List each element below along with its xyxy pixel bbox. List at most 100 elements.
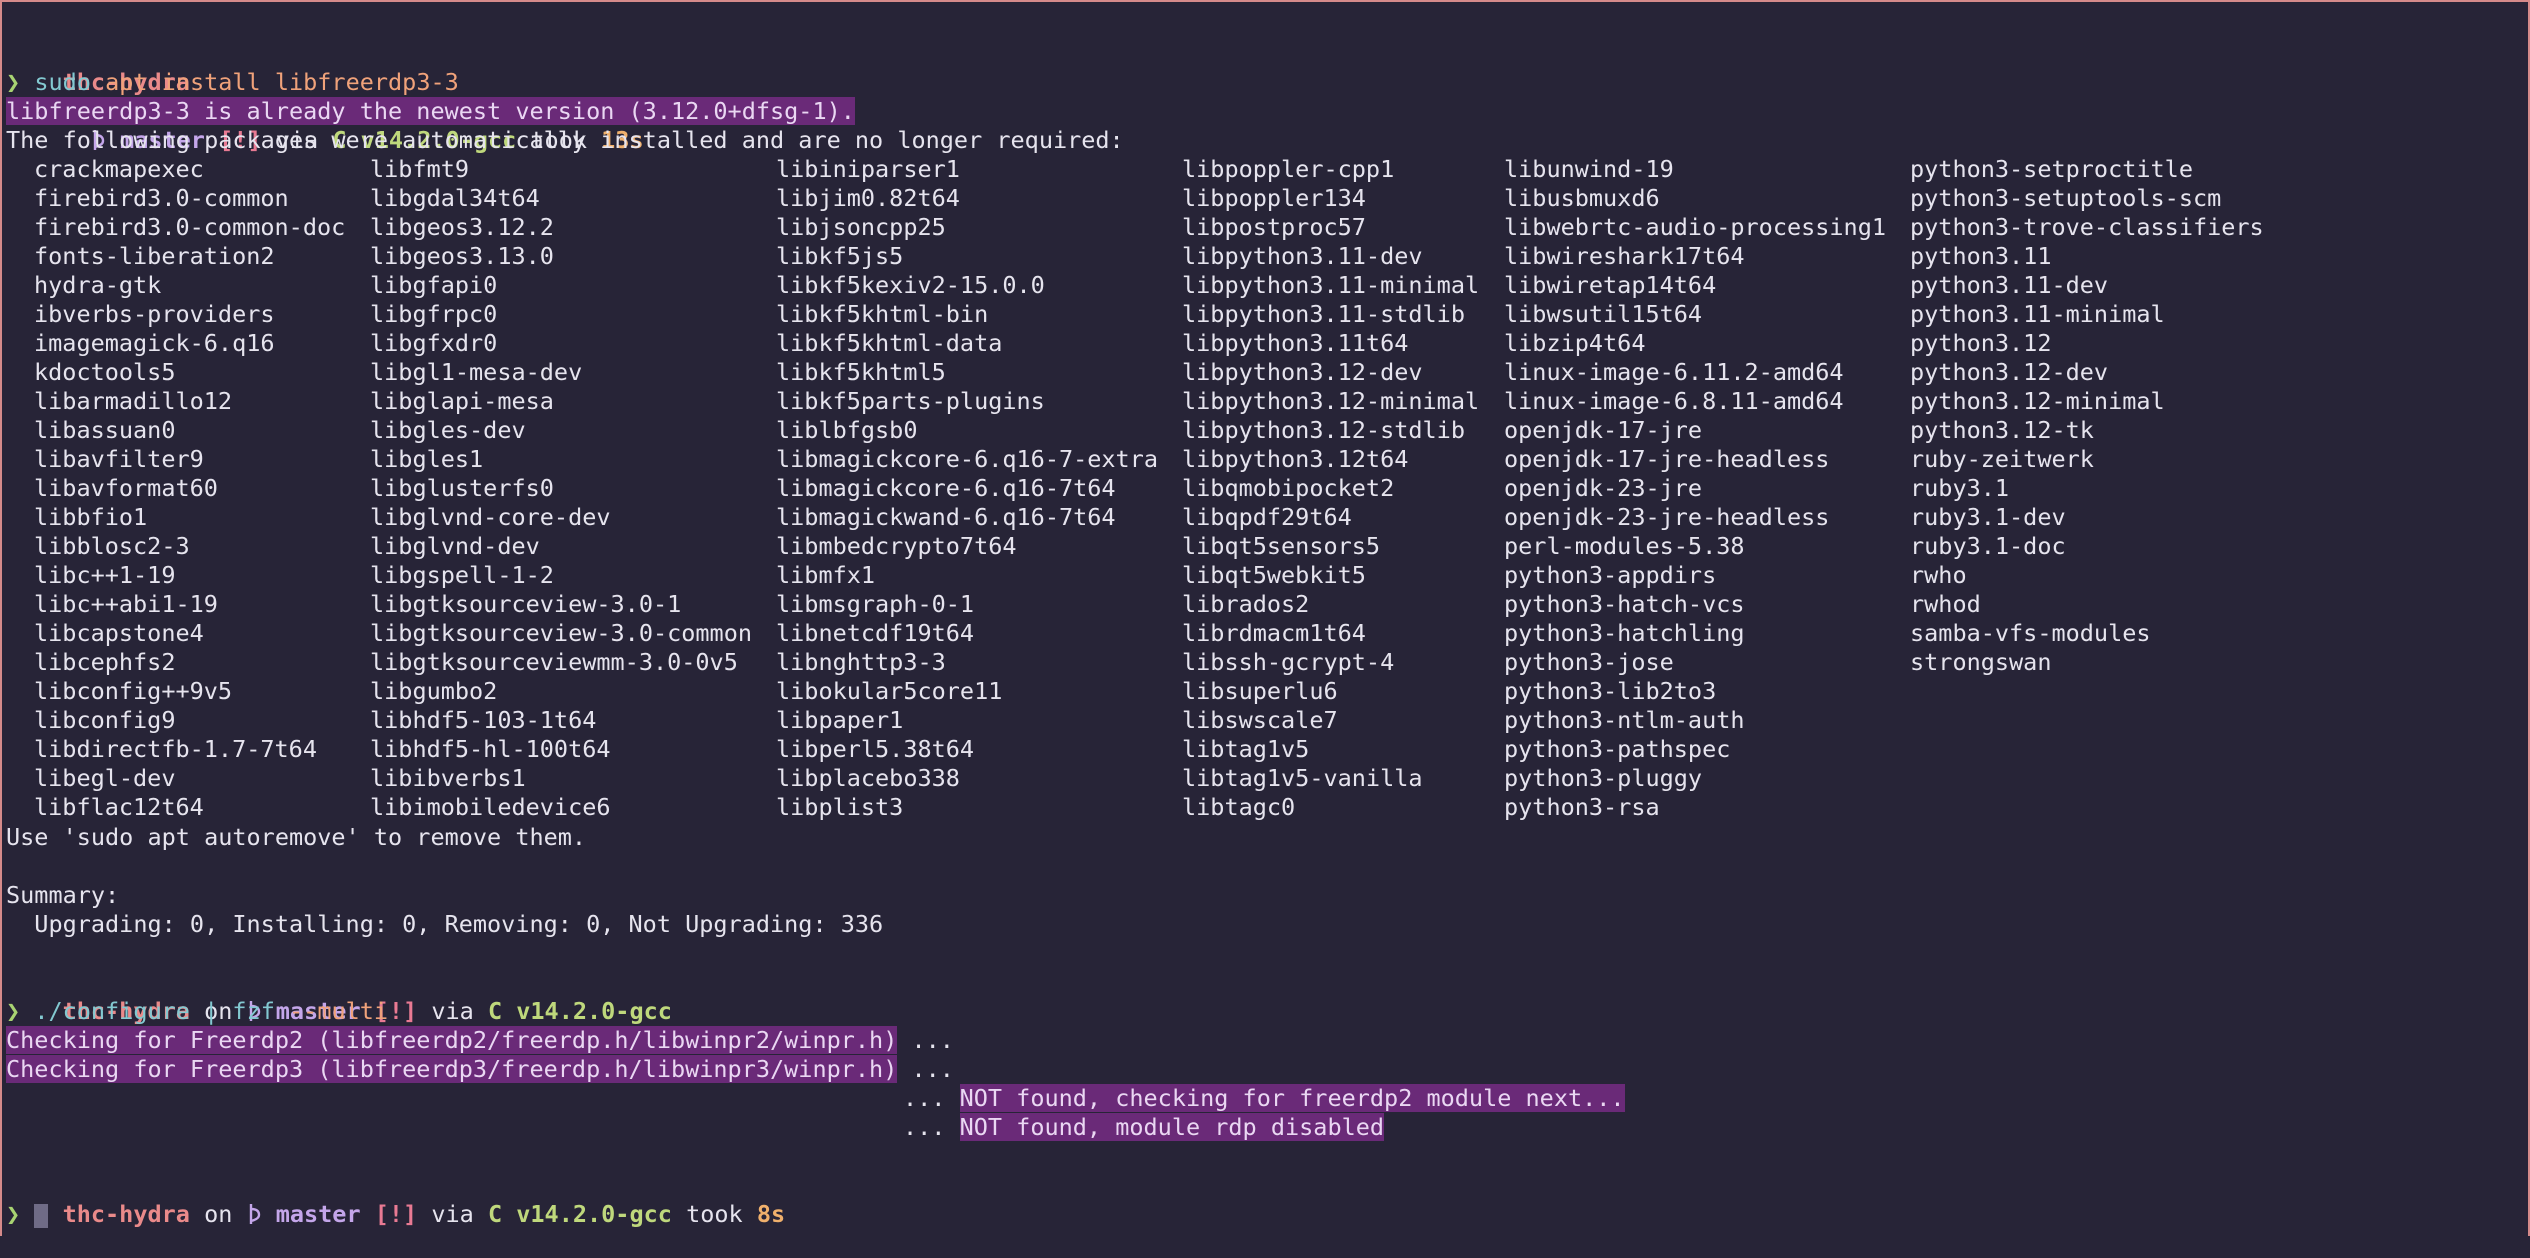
package-item: libavfilter9 xyxy=(34,445,204,473)
package-item: libgtksourceview-3.0-common xyxy=(370,619,753,647)
prompt-arrow-icon: ❯ xyxy=(6,997,21,1025)
package-item: python3.12 xyxy=(1910,329,2052,357)
package-item: python3.11-minimal xyxy=(1910,300,2165,328)
prompt-via-text: via xyxy=(431,997,474,1025)
prompt-duration: 8s xyxy=(756,1200,786,1228)
command-input-line[interactable]: ❯ xyxy=(6,1200,49,1229)
command-name-2: fzf xyxy=(232,997,275,1025)
package-item: libkf5khtml-bin xyxy=(776,300,989,328)
package-item: libblosc2-3 xyxy=(34,532,190,560)
package-item: libgl1-mesa-dev xyxy=(370,358,583,386)
result-line-2: ... NOT found, module rdp disabled xyxy=(903,1113,1385,1141)
package-item: libgspell-1-2 xyxy=(370,561,554,589)
package-item: libnetcdf19t64 xyxy=(776,619,975,647)
package-item: libtag1v5 xyxy=(1182,735,1310,763)
package-item: libplacebo338 xyxy=(776,764,960,792)
package-item: python3-jose xyxy=(1504,648,1674,676)
package-item: libgeos3.12.2 xyxy=(370,213,554,241)
package-item: python3-hatch-vcs xyxy=(1504,590,1745,618)
text-cursor[interactable] xyxy=(34,1203,49,1228)
package-item: libibverbs1 xyxy=(370,764,526,792)
package-item: python3-setproctitle xyxy=(1910,155,2193,183)
package-item: python3.12-dev xyxy=(1910,358,2109,386)
package-item: libqt5sensors5 xyxy=(1182,532,1381,560)
package-item: ruby3.1-doc xyxy=(1910,532,2066,560)
package-item: libglusterfs0 xyxy=(370,474,554,502)
command-name: ./configure xyxy=(34,997,190,1025)
prompt-took-text: took xyxy=(686,1200,743,1228)
package-item: libcephfs2 xyxy=(34,648,176,676)
package-item: libgles-dev xyxy=(370,416,526,444)
package-item: firebird3.0-common xyxy=(34,184,289,212)
package-item: python3-rsa xyxy=(1504,793,1660,821)
package-item: libmsgraph-0-1 xyxy=(776,590,975,618)
package-item: python3-lib2to3 xyxy=(1504,677,1717,705)
git-branch-icon xyxy=(247,1200,262,1228)
package-item: libzip4t64 xyxy=(1504,329,1646,357)
package-item: rwhod xyxy=(1910,590,1981,618)
package-item: openjdk-17-jre-headless xyxy=(1504,445,1830,473)
package-item: libconfig9 xyxy=(34,706,176,734)
package-item: ruby3.1 xyxy=(1910,474,2010,502)
package-item: libqt5webkit5 xyxy=(1182,561,1366,589)
command-name: sudo xyxy=(34,68,91,96)
package-item: libc++1-19 xyxy=(34,561,176,589)
package-item: libperl5.38t64 xyxy=(776,735,975,763)
package-item: imagemagick-6.q16 xyxy=(34,329,275,357)
package-item: libgfrpc0 xyxy=(370,300,498,328)
package-item: python3-ntlm-auth xyxy=(1504,706,1745,734)
package-item: libqmobipocket2 xyxy=(1182,474,1395,502)
package-item: libssh-gcrypt-4 xyxy=(1182,648,1395,676)
check-freerdp2-line: Checking for Freerdp2 (libfreerdp2/freer… xyxy=(6,1026,954,1054)
package-item: python3-pluggy xyxy=(1504,764,1703,792)
output-following-line: The following packages were automaticall… xyxy=(6,126,1124,154)
package-item: libconfig++9v5 xyxy=(34,677,233,705)
pipe-symbol: | xyxy=(204,997,219,1025)
command-line-1: ❯ sudo apt install libfreerdp3-3 xyxy=(6,68,459,97)
package-item: libflac12t64 xyxy=(34,793,204,821)
package-item: libpython3.11-stdlib xyxy=(1182,300,1465,328)
package-item: libswscale7 xyxy=(1182,706,1338,734)
package-item: python3-setuptools-scm xyxy=(1910,184,2222,212)
package-item: python3.12-minimal xyxy=(1910,387,2165,415)
package-item: libpython3.11-minimal xyxy=(1182,271,1480,299)
package-item: libdirectfb-1.7-7t64 xyxy=(34,735,317,763)
package-item: libplist3 xyxy=(776,793,904,821)
package-item: python3-appdirs xyxy=(1504,561,1717,589)
package-item: libfmt9 xyxy=(370,155,470,183)
package-item: libjsoncpp25 xyxy=(776,213,946,241)
prompt-line-3: thc-hydra on master [!] via C v14.2.0-gc… xyxy=(6,1171,786,1228)
terminal-window[interactable]: thc-hydra on master [!] via C v14.2.0-gc… xyxy=(0,0,2530,1236)
package-item: libwiretap14t64 xyxy=(1504,271,1717,299)
package-item: firebird3.0-common-doc xyxy=(34,213,346,241)
package-item: liblbfgsb0 xyxy=(776,416,918,444)
package-item: libpoppler134 xyxy=(1182,184,1366,212)
package-item: crackmapexec xyxy=(34,155,204,183)
package-item: libmagickwand-6.q16-7t64 xyxy=(776,503,1116,531)
package-item: libunwind-19 xyxy=(1504,155,1674,183)
package-item: libwsutil15t64 xyxy=(1504,300,1703,328)
package-item: libmagickcore-6.q16-7-extra xyxy=(776,445,1159,473)
package-item: linux-image-6.8.11-amd64 xyxy=(1504,387,1844,415)
package-item: libpython3.12-minimal xyxy=(1182,387,1480,415)
package-item: perl-modules-5.38 xyxy=(1504,532,1745,560)
package-item: libgdal34t64 xyxy=(370,184,540,212)
package-item: libgfapi0 xyxy=(370,271,498,299)
package-item: libgumbo2 xyxy=(370,677,498,705)
prompt-language: C v14.2.0-gcc xyxy=(487,1200,672,1228)
package-item: libarmadillo12 xyxy=(34,387,233,415)
package-item: libavformat60 xyxy=(34,474,218,502)
prompt-via-text: via xyxy=(431,1200,474,1228)
package-item: libhdf5-103-1t64 xyxy=(370,706,597,734)
package-item: libmfx1 xyxy=(776,561,876,589)
package-item: libgles1 xyxy=(370,445,484,473)
package-item: libokular5core11 xyxy=(776,677,1003,705)
prompt-arrow-icon: ❯ xyxy=(6,1200,21,1228)
package-item: libgfxdr0 xyxy=(370,329,498,357)
package-item: libglvnd-dev xyxy=(370,532,540,560)
package-item: ruby-zeitwerk xyxy=(1910,445,2094,473)
prompt-line-1: thc-hydra on master [!] via C v14.2.0-gc… xyxy=(6,39,644,154)
package-item: kdoctools5 xyxy=(34,358,176,386)
package-item: libimobiledevice6 xyxy=(370,793,611,821)
package-item: libkf5kexiv2-15.0.0 xyxy=(776,271,1045,299)
